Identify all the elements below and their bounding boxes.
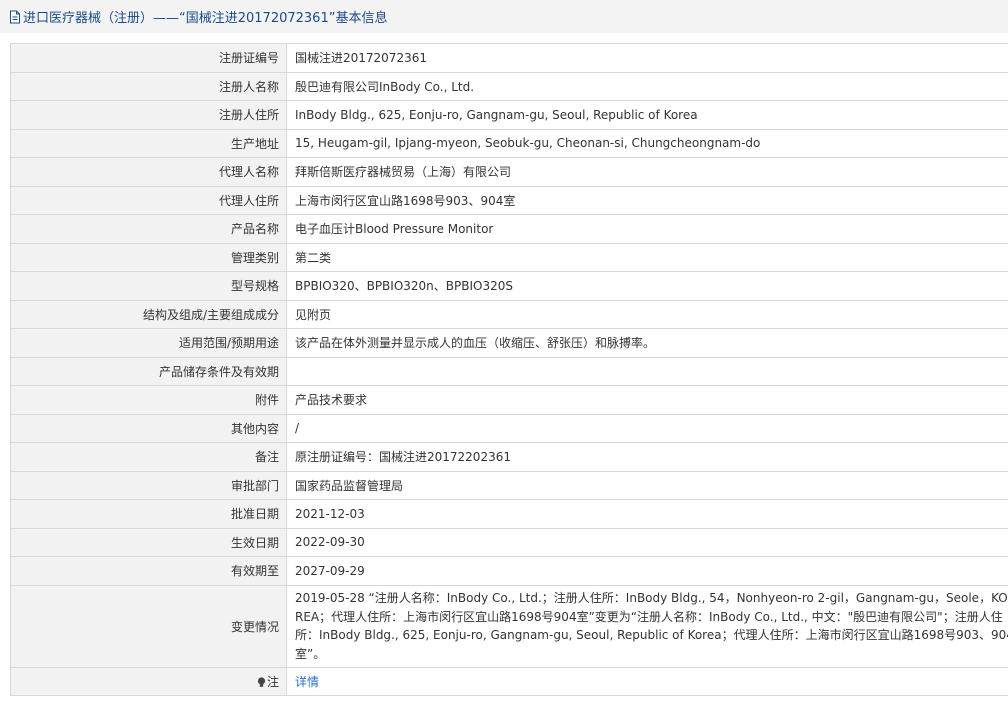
field-label: 代理人名称 [10, 157, 287, 187]
note-value-cell: 详情 [286, 666, 1008, 696]
table-row: 有效期至 2027-09-29 [10, 556, 1008, 586]
field-value: InBody Bldg., 625, Eonju-ro, Gangnam-gu,… [286, 100, 1008, 130]
field-label: 生产地址 [10, 128, 287, 158]
field-value: 该产品在体外测量并显示成人的血压（收缩压、舒张压）和脉搏率。 [286, 328, 1008, 358]
field-value: 拜斯倍斯医疗器械贸易（上海）有限公司 [286, 157, 1008, 187]
field-value [286, 356, 1008, 386]
field-value: 2027-09-29 [286, 556, 1008, 586]
page-header: 进口医疗器械（注册）——“国械注进20172072361”基本信息 [0, 0, 1008, 33]
field-value: 2021-12-03 [286, 499, 1008, 529]
table-row: 生效日期 2022-09-30 [10, 527, 1008, 557]
lightbulb-icon [257, 677, 266, 688]
field-label: 审批部门 [10, 470, 287, 500]
field-value: 殷巴迪有限公司InBody Co., Ltd. [286, 71, 1008, 101]
field-label: 有效期至 [10, 556, 287, 586]
table-row: 产品储存条件及有效期 [10, 356, 1008, 386]
field-label: 型号规格 [10, 271, 287, 301]
note-label: 注 [266, 674, 279, 689]
field-value-change: 2019-05-28 “注册人名称：InBody Co., Ltd.；注册人住所… [286, 584, 1008, 668]
field-value: 15, Heugam-gil, Ipjang-myeon, Seobuk-gu,… [286, 128, 1008, 158]
field-value: 电子血压计Blood Pressure Monitor [286, 214, 1008, 244]
field-value: 2022-09-30 [286, 527, 1008, 557]
field-value: 原注册证编号：国械注进20172202361 [286, 442, 1008, 472]
field-value: BPBIO320、BPBIO320n、BPBIO320S [286, 271, 1008, 301]
field-label: 产品名称 [10, 214, 287, 244]
field-label: 生效日期 [10, 527, 287, 557]
field-label: 结构及组成/主要组成成分 [10, 299, 287, 329]
table-row: 结构及组成/主要组成成分 见附页 [10, 299, 1008, 329]
field-label: 附件 [10, 385, 287, 415]
field-label: 管理类别 [10, 242, 287, 272]
table-row: 其他内容 / [10, 413, 1008, 443]
table-row: 附件 产品技术要求 [10, 385, 1008, 415]
table-row: 管理类别 第二类 [10, 242, 1008, 272]
table-row: 型号规格 BPBIO320、BPBIO320n、BPBIO320S [10, 271, 1008, 301]
field-label: 产品储存条件及有效期 [10, 356, 287, 386]
table-row: 适用范围/预期用途 该产品在体外测量并显示成人的血压（收缩压、舒张压）和脉搏率。 [10, 328, 1008, 358]
table-row-note: 注 详情 [10, 666, 1008, 696]
field-value: 国械注进20172072361 [286, 43, 1008, 73]
info-table-container: 注册证编号 国械注进20172072361 注册人名称 殷巴迪有限公司InBody C… [10, 43, 1008, 696]
field-label: 注册证编号 [10, 43, 287, 73]
field-label: 适用范围/预期用途 [10, 328, 287, 358]
field-label: 代理人住所 [10, 185, 287, 215]
field-label: 备注 [10, 442, 287, 472]
table-row: 注册人住所 InBody Bldg., 625, Eonju-ro, Gangna… [10, 100, 1008, 130]
field-value: 产品技术要求 [286, 385, 1008, 415]
field-label: 其他内容 [10, 413, 287, 443]
field-label: 注册人住所 [10, 100, 287, 130]
field-value: / [286, 413, 1008, 443]
table-row: 审批部门 国家药品监督管理局 [10, 470, 1008, 500]
page-title: 进口医疗器械（注册）——“国械注进20172072361”基本信息 [23, 11, 388, 26]
table-row: 生产地址 15, Heugam-gil, Ipjang-myeon, Seobuk… [10, 128, 1008, 158]
field-label: 变更情况 [10, 584, 287, 668]
table-row: 备注 原注册证编号：国械注进20172202361 [10, 442, 1008, 472]
table-row: 注册证编号 国械注进20172072361 [10, 43, 1008, 73]
field-label: 注册人名称 [10, 71, 287, 101]
table-row-change: 变更情况 2019-05-28 “注册人名称：InBody Co., Ltd.；… [10, 584, 1008, 668]
note-label-cell: 注 [10, 666, 287, 696]
field-value: 上海市闵行区宜山路1698号903、904室 [286, 185, 1008, 215]
table-row: 产品名称 电子血压计Blood Pressure Monitor [10, 214, 1008, 244]
field-value: 国家药品监督管理局 [286, 470, 1008, 500]
table-row: 注册人名称 殷巴迪有限公司InBody Co., Ltd. [10, 71, 1008, 101]
table-row: 代理人名称 拜斯倍斯医疗器械贸易（上海）有限公司 [10, 157, 1008, 187]
document-icon [9, 10, 21, 24]
table-row: 代理人住所 上海市闵行区宜山路1698号903、904室 [10, 185, 1008, 215]
field-value: 见附页 [286, 299, 1008, 329]
details-link[interactable]: 详情 [295, 675, 319, 689]
info-table: 注册证编号 国械注进20172072361 注册人名称 殷巴迪有限公司InBody C… [10, 43, 1008, 696]
field-label: 批准日期 [10, 499, 287, 529]
field-value: 第二类 [286, 242, 1008, 272]
table-row: 批准日期 2021-12-03 [10, 499, 1008, 529]
